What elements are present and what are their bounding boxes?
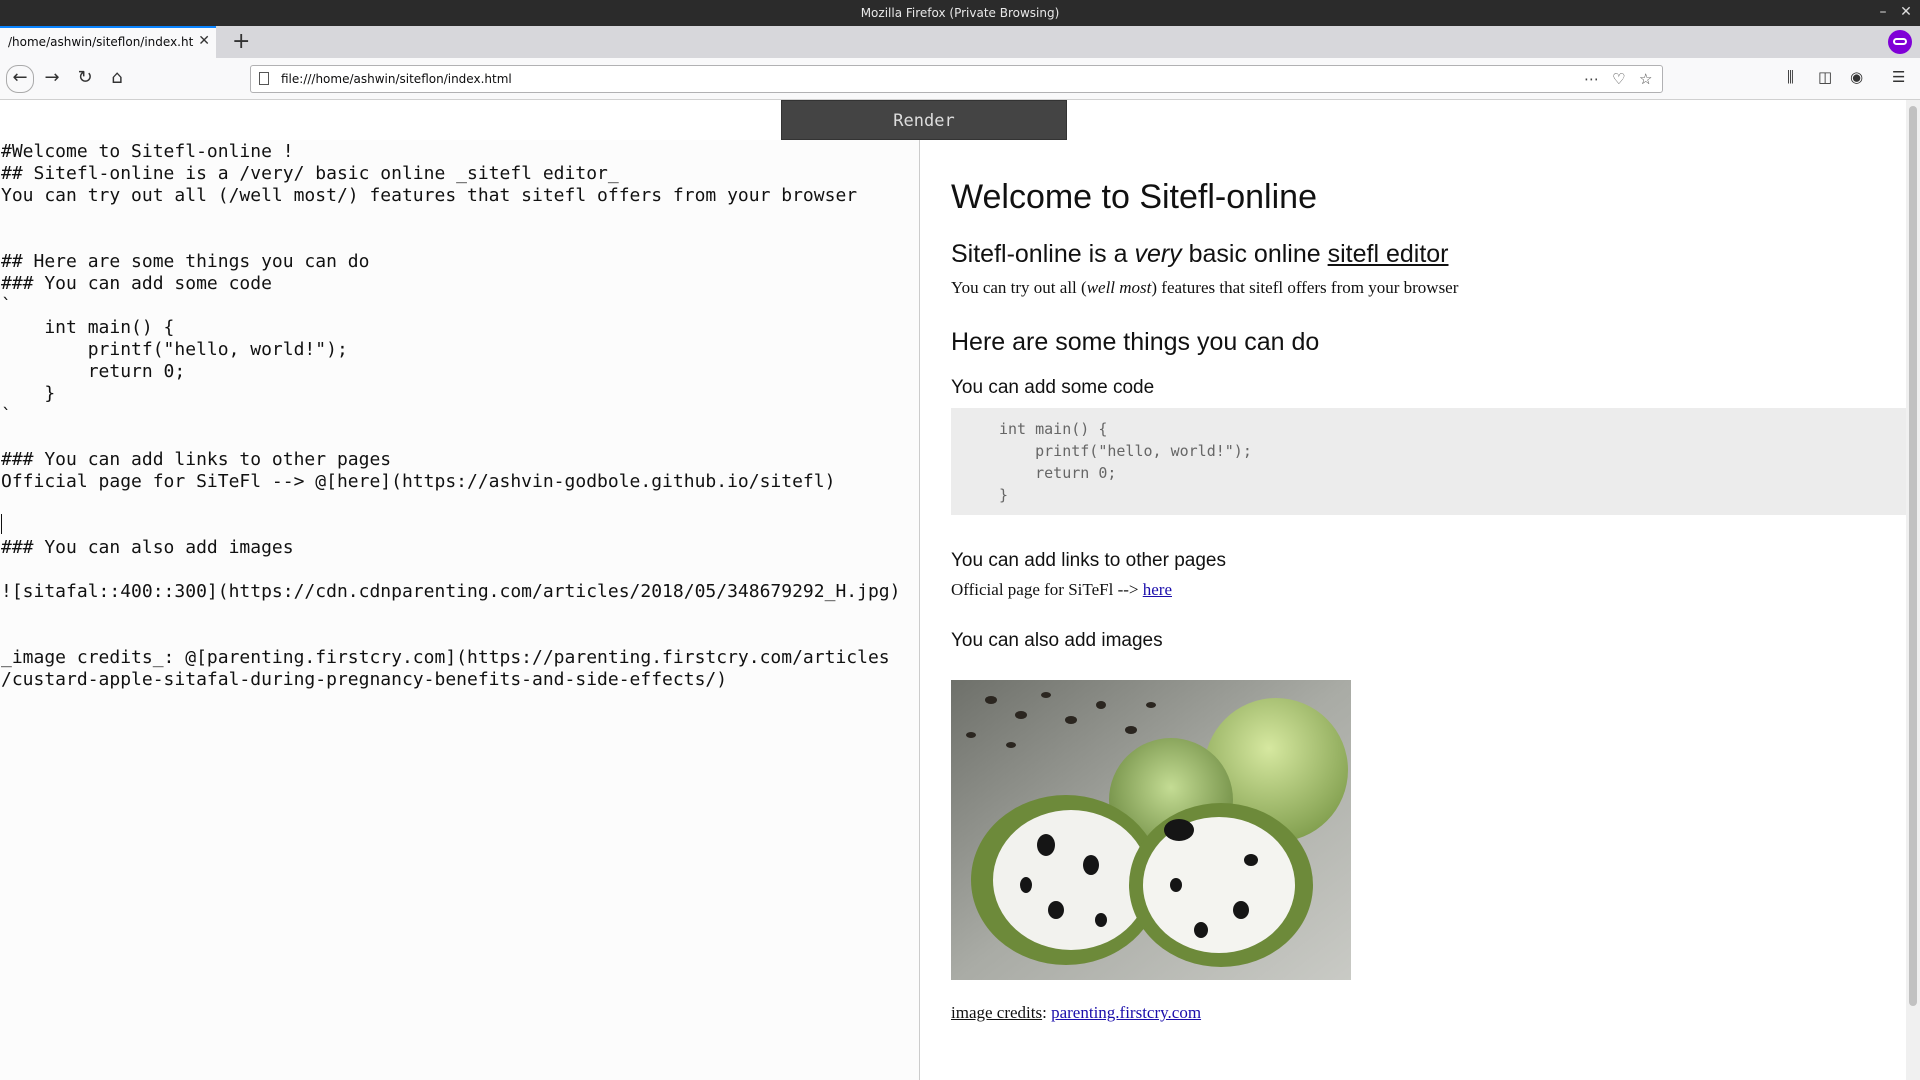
preview-heading-links: You can add links to other pages [951, 550, 1226, 571]
window-titlebar: Mozilla Firefox (Private Browsing) – ✕ [0, 0, 1920, 26]
navigation-toolbar: ← → ↻ ⌂ file:///home/ashwin/siteflon/ind… [0, 58, 1920, 100]
close-window-icon[interactable]: ✕ [1897, 3, 1915, 21]
custard-apple-image [951, 680, 1351, 980]
url-bar[interactable]: file:///home/ashwin/siteflon/index.html … [250, 65, 1663, 93]
preview-heading-code: You can add some code [951, 377, 1155, 398]
subheading-mid: basic online [1188, 240, 1321, 268]
preview-link-paragraph: Official page for SiTeFl --> here [951, 580, 1172, 600]
subheading-underline: sitefl editor [1327, 240, 1449, 268]
preview-heading-images: You can also add images [951, 630, 1163, 651]
account-icon[interactable]: ◉ [1850, 68, 1863, 86]
page-icon [259, 72, 269, 85]
preview-heading-1: Welcome to Sitefl-online [951, 178, 1317, 216]
forward-icon[interactable]: → [40, 66, 64, 90]
window-title: Mozilla Firefox (Private Browsing) [860, 6, 1060, 20]
intro-part-a: You can try out all ( [951, 278, 1087, 297]
page-content: Render #Welcome to Sitefl-online ! ## Si… [0, 100, 1920, 1080]
tab-label: /home/ashwin/siteflon/index.html [8, 35, 194, 49]
credits-link[interactable]: parenting.firstcry.com [1051, 1003, 1201, 1022]
back-icon[interactable]: ← [6, 65, 34, 93]
code-text: int main() { printf("hello, world!"); re… [999, 420, 1252, 504]
render-button[interactable]: Render [781, 100, 1067, 140]
intro-part-b: ) features that sitefl offers from your … [1151, 278, 1459, 297]
url-text[interactable]: file:///home/ashwin/siteflon/index.html [281, 72, 512, 86]
reload-icon[interactable]: ↻ [73, 66, 97, 90]
credits-colon: : [1042, 1003, 1047, 1022]
preview-heading-things: Here are some things you can do [951, 328, 1320, 356]
menu-icon[interactable]: ☰ [1892, 68, 1905, 86]
preview-code-block: int main() { printf("hello, world!"); re… [951, 408, 1906, 515]
markup-editor[interactable]: #Welcome to Sitefl-online ! ## Sitefl-on… [0, 140, 920, 1080]
link-prefix: Official page for SiTeFl --> [951, 580, 1139, 599]
pocket-icon[interactable]: ♡ [1612, 70, 1625, 88]
new-tab-icon[interactable]: + [232, 29, 250, 54]
custard-apple-illustration [951, 680, 1351, 980]
credits-label: image credits [951, 1003, 1043, 1022]
text-caret [1, 514, 2, 534]
here-link[interactable]: here [1143, 580, 1172, 599]
library-icon[interactable]: ⫼ [1787, 68, 1794, 86]
subheading-italic: very [1134, 240, 1182, 268]
preview-subheading: Sitefl-online is a very basic online sit… [951, 240, 1449, 269]
private-browsing-icon [1888, 30, 1912, 54]
browser-tab[interactable]: /home/ashwin/siteflon/index.html ✕ [0, 26, 216, 58]
subheading-prefix: Sitefl-online is a [951, 240, 1128, 268]
intro-italic: well most [1086, 278, 1152, 297]
sidebar-icon[interactable]: ◫ [1818, 68, 1832, 86]
page-actions-icon[interactable]: ⋯ [1584, 70, 1599, 88]
preview-intro-paragraph: You can try out all (well most) features… [951, 278, 1458, 298]
home-icon[interactable]: ⌂ [105, 66, 129, 90]
scrollbar-thumb[interactable] [1909, 106, 1917, 1006]
minimize-icon[interactable]: – [1874, 3, 1892, 21]
bookmark-star-icon[interactable]: ☆ [1639, 70, 1652, 88]
editor-text[interactable]: #Welcome to Sitefl-online ! ## Sitefl-on… [1, 141, 900, 691]
tab-strip: /home/ashwin/siteflon/index.html ✕ + [0, 26, 1920, 58]
preview-credits: image credits: parenting.firstcry.com [951, 1003, 1201, 1023]
tab-close-icon[interactable]: ✕ [198, 33, 210, 49]
render-preview: Welcome to Sitefl-online Sitefl-online i… [920, 140, 1906, 1080]
page-scrollbar[interactable] [1906, 100, 1920, 1080]
